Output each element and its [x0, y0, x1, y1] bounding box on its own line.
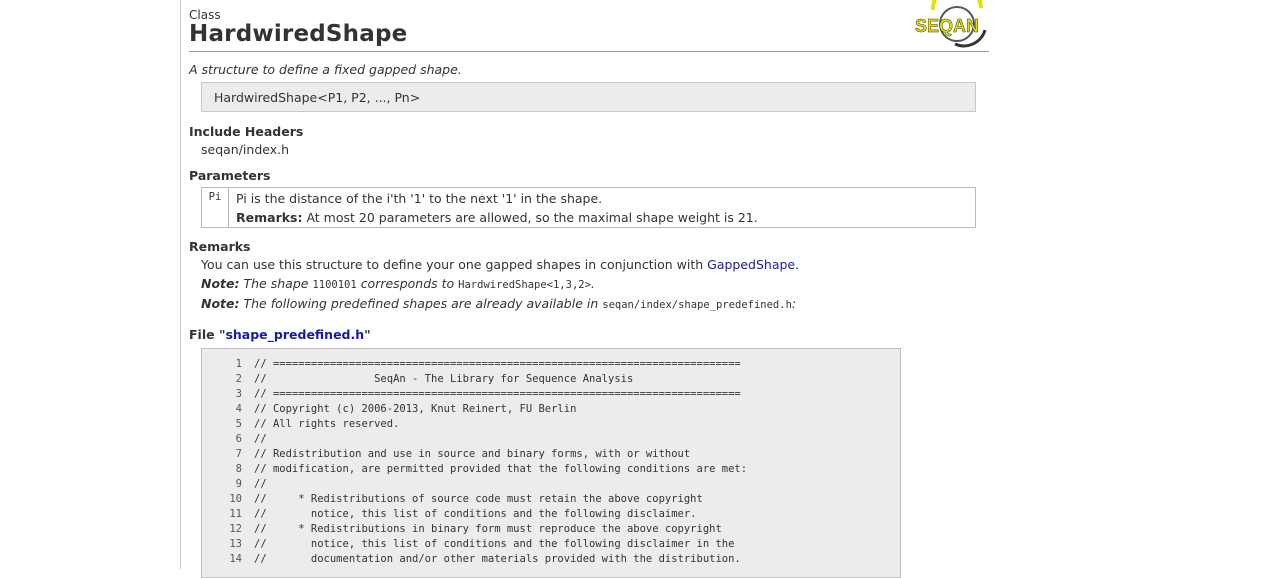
code-line: 6 //: [202, 433, 267, 448]
param-description: Pi is the distance of the i'th '1' to th…: [236, 191, 603, 206]
parameters-heading: Parameters: [189, 168, 271, 183]
line-number: 13: [229, 538, 242, 550]
code-text: // SeqAn - The Library for Sequence Anal…: [254, 373, 634, 385]
code-line: 4 // Copyright (c) 2006-2013, Knut Reiner…: [202, 403, 577, 418]
code-line: 1 // ====================================…: [202, 358, 741, 373]
code-line: 13 // notice, this list of conditions and…: [202, 538, 734, 553]
param-remarks-label: Remarks:: [236, 210, 303, 225]
note-text: The shape: [243, 276, 309, 291]
remarks-text-prefix: You can use this structure to define you…: [201, 257, 708, 272]
file-heading-prefix: File ": [189, 327, 226, 342]
remarks-note-2: Note: The following predefined shapes ar…: [201, 296, 796, 311]
gappedshape-link[interactable]: GappedShape: [707, 257, 795, 272]
line-number: 14: [229, 553, 242, 565]
note-code: HardwiredShape<1,3,2>: [458, 279, 591, 291]
page-title: HardwiredShape: [189, 21, 408, 47]
code-line: 5 // All rights reserved.: [202, 418, 400, 433]
note-text: The following predefined shapes are alre…: [243, 296, 599, 311]
note-label: Note:: [201, 296, 240, 311]
code-line: 7 // Redistribution and use in source and…: [202, 448, 691, 463]
code-line: 2 // SeqAn - The Library for Sequence Ana…: [202, 373, 634, 388]
line-number: 1: [235, 358, 242, 370]
code-text: // documentation and/or other materials …: [254, 553, 741, 565]
note-text: corresponds to: [360, 276, 455, 291]
remarks-heading: Remarks: [189, 239, 251, 254]
code-text: // Redistribution and use in source and …: [254, 448, 691, 460]
line-number: 11: [229, 508, 242, 520]
line-number: 5: [235, 418, 242, 430]
code-text: //: [254, 433, 267, 445]
code-text: // * Redistributions of source code must…: [254, 493, 703, 505]
line-number: 7: [235, 448, 242, 460]
file-name-link[interactable]: shape_predefined.h: [225, 327, 364, 342]
param-remarks-text: At most 20 parameters are allowed, so th…: [306, 210, 758, 225]
include-headers-heading: Include Headers: [189, 124, 304, 139]
line-number: 3: [235, 388, 242, 400]
signature-text: HardwiredShape<P1, P2, ..., Pn>: [214, 90, 421, 105]
code-line: 3 // ====================================…: [202, 388, 741, 403]
code-line: 11 // notice, this list of conditions and…: [202, 508, 697, 523]
title-divider: [189, 51, 989, 52]
line-number: 8: [235, 463, 242, 475]
code-line: 9 //: [202, 478, 267, 493]
seqan-logo-icon[interactable]: SEQAN: [915, 0, 989, 48]
line-number: 6: [235, 433, 242, 445]
note-label: Note:: [201, 276, 240, 291]
code-line: 14 // documentation and/or other material…: [202, 553, 741, 568]
line-number: 10: [229, 493, 242, 505]
code-text: // * Redistributions in binary form must…: [254, 523, 722, 535]
include-header-value: seqan/index.h: [201, 142, 290, 157]
code-line: 12 // * Redistributions in binary form mu…: [202, 523, 722, 538]
code-text: // All rights reserved.: [254, 418, 400, 430]
signature-box: HardwiredShape<P1, P2, ..., Pn>: [201, 82, 976, 112]
code-text: //: [254, 478, 267, 490]
remarks-note-1: Note: The shape 1100101 corresponds to H…: [201, 276, 595, 291]
file-heading-suffix: ": [364, 327, 371, 342]
code-text: // notice, this list of conditions and t…: [254, 538, 735, 550]
svg-text:SEQAN: SEQAN: [915, 16, 979, 36]
parameters-table: Pi Pi is the distance of the i'th '1' to…: [201, 187, 976, 228]
code-text: // =====================================…: [254, 388, 741, 400]
line-number: 4: [235, 403, 242, 415]
note-text: :: [791, 296, 797, 311]
note-text: .: [590, 276, 595, 291]
code-text: // notice, this list of conditions and t…: [254, 508, 697, 520]
line-number: 12: [229, 523, 242, 535]
code-text: // =====================================…: [254, 358, 741, 370]
param-remarks: Remarks: At most 20 parameters are allow…: [236, 210, 758, 225]
line-number: 2: [235, 373, 242, 385]
file-heading: File "shape_predefined.h": [189, 327, 371, 342]
page-left-border: [180, 0, 181, 569]
code-text: // Copyright (c) 2006-2013, Knut Reinert…: [254, 403, 577, 415]
file-source-box: 1 // ====================================…: [201, 348, 901, 578]
note-code: seqan/index/shape_predefined.h: [602, 299, 792, 311]
code-line: 10 // * Redistributions of source code mu…: [202, 493, 703, 508]
code-line: 8 // modification, are permitted provided…: [202, 463, 747, 478]
entry-kind: Class: [189, 8, 221, 22]
remarks-text: You can use this structure to define you…: [201, 257, 799, 272]
class-summary: A structure to define a fixed gapped sha…: [189, 62, 462, 77]
param-name: Pi: [202, 188, 229, 227]
line-number: 9: [235, 478, 242, 490]
remarks-text-suffix: .: [795, 257, 800, 272]
note-code: 1100101: [312, 279, 357, 291]
code-text: // modification, are permitted provided …: [254, 463, 748, 475]
